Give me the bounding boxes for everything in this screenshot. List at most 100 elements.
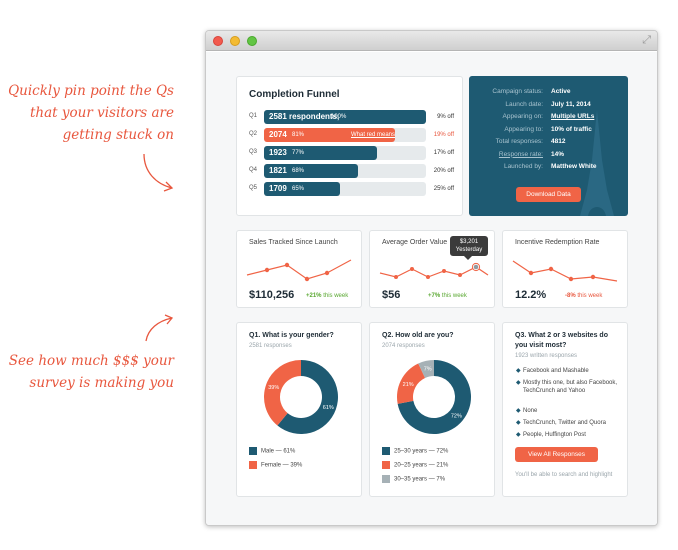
response-count: 2581 responses xyxy=(249,343,292,349)
question-label: Q4 xyxy=(249,167,258,173)
campaign-value: Matthew White xyxy=(551,163,597,170)
annotation-funnel: Quickly pin point the Qs that your visit… xyxy=(8,83,174,143)
metric-value: $110,256 xyxy=(249,289,295,301)
percent-label: 77% xyxy=(292,150,305,156)
respondent-count: 1709 xyxy=(269,184,287,193)
q1-gender-card: Q1. What is your gender? 2581 responses … xyxy=(236,322,362,497)
funnel-row[interactable]: Q3 1923 77% 17% off xyxy=(249,146,454,160)
age-donut-chart: 72% 21% 7% xyxy=(397,360,471,434)
respondent-count: 2074 xyxy=(269,130,287,139)
campaign-label: Campaign status: xyxy=(492,88,543,95)
funnel-row[interactable]: Q2 2074 81% What red means 19% off xyxy=(249,128,454,142)
annotation-revenue: See how much $$$ your survey is making y… xyxy=(8,353,174,391)
funnel-track: 1923 77% xyxy=(264,146,426,160)
campaign-label: Launch date: xyxy=(505,100,543,108)
dropoff-label: 25% off xyxy=(433,186,454,192)
question-label: Q5 xyxy=(249,185,258,191)
legend-swatch xyxy=(382,475,390,483)
campaign-label: Appearing on: xyxy=(502,113,543,120)
gender-donut-chart: 61% 39% xyxy=(264,360,338,434)
metric-redemption-card: Incentive Redemption Rate 12.2% -8% this… xyxy=(502,230,628,308)
question-label: Q2 xyxy=(249,131,258,137)
question-label: Q1 xyxy=(249,113,258,119)
donut-slice xyxy=(264,360,301,426)
question-label: Q3 xyxy=(249,149,258,155)
bullet-icon: ◆ xyxy=(516,432,521,438)
legend-item: 25–30 years — 72% xyxy=(382,447,448,455)
answer-item: ◆ TechCrunch, Twitter and Quora xyxy=(516,420,606,426)
funnel-row[interactable]: Q5 1709 65% 25% off xyxy=(249,182,454,196)
funnel-row[interactable]: Q4 1821 68% 20% off xyxy=(249,164,454,178)
slice-label: 7% xyxy=(424,367,432,373)
metric-value: 12.2% xyxy=(515,289,547,301)
sales-sparkline xyxy=(246,259,352,282)
response-count: 1923 written responses xyxy=(515,353,578,359)
percent-label: 100% xyxy=(331,114,347,120)
order-value-sparkline xyxy=(379,262,489,279)
metric-title: Sales Tracked Since Launch xyxy=(249,239,338,246)
data-point-tooltip: $3,201 Yesterday xyxy=(450,236,488,260)
close-window-button[interactable] xyxy=(213,36,223,46)
window-titlebar: ⤢ xyxy=(206,31,657,51)
campaign-value: July 11, 2014 xyxy=(551,100,591,108)
dropoff-label: 20% off xyxy=(433,168,454,174)
answer-item: ◆ Mostly this one, but also Facebook, Tec… xyxy=(516,380,618,394)
answer-item: ◆ None xyxy=(516,408,538,414)
campaign-label: Total responses: xyxy=(495,138,543,145)
campaign-label: Appearing to: xyxy=(504,125,543,133)
campaign-value: 4812 xyxy=(551,138,566,145)
legend-swatch xyxy=(249,461,257,469)
redemption-sparkline xyxy=(512,260,618,282)
funnel-track: 1821 68% xyxy=(264,164,426,178)
dropoff-label: 19% off xyxy=(433,132,454,138)
browser-window: ⤢ Completion Funnel Q1 2581 respondents, 1… xyxy=(205,30,658,526)
legend-item: Female — 39% xyxy=(249,461,302,469)
metric-change: +7% this week xyxy=(428,293,467,299)
campaign-value: 10% of traffic xyxy=(551,125,592,133)
metric-title: Incentive Redemption Rate xyxy=(515,239,600,246)
legend-swatch xyxy=(382,461,390,469)
bullet-icon: ◆ xyxy=(516,368,521,374)
respondent-count: 1923 xyxy=(269,148,287,157)
funnel-row[interactable]: Q1 2581 respondents, 100% 9% off xyxy=(249,110,454,124)
funnel-bar: 1821 xyxy=(264,164,358,178)
dropoff-label: 17% off xyxy=(433,150,454,156)
campaign-row: Response rate: 14% xyxy=(469,151,628,162)
slice-label: 21% xyxy=(403,382,414,388)
search-note: You'll be able to search and highlight xyxy=(515,472,613,478)
legend-swatch xyxy=(249,447,257,455)
metric-value: $56 xyxy=(382,289,401,301)
zoom-window-button[interactable] xyxy=(247,36,257,46)
campaign-value: Active xyxy=(551,88,571,95)
metric-order-value-card: Average Order Value $3,201 Yesterday $56 … xyxy=(369,230,495,308)
campaign-value: 14% xyxy=(551,150,565,158)
funnel-bar: 1923 xyxy=(264,146,377,160)
campaign-row: Launched by: Matthew White xyxy=(469,163,628,174)
what-red-means-link[interactable]: What red means xyxy=(351,132,395,138)
q2-age-card: Q2. How old are you? 2074 responses 72% 2… xyxy=(369,322,495,497)
percent-label: 68% xyxy=(292,168,305,174)
minimize-window-button[interactable] xyxy=(230,36,240,46)
campaign-label[interactable]: Response rate: xyxy=(499,151,543,158)
slice-label: 61% xyxy=(323,405,334,411)
arrow-icon xyxy=(145,314,174,342)
bullet-icon: ◆ xyxy=(516,408,521,414)
download-data-button[interactable]: Download Data xyxy=(516,187,581,202)
slice-label: 39% xyxy=(268,385,279,391)
campaign-row: Total responses: 4812 xyxy=(469,138,628,149)
fullscreen-icon[interactable]: ⤢ xyxy=(642,34,651,47)
completion-funnel-card: Completion Funnel Q1 2581 respondents, 100… xyxy=(236,76,463,216)
campaign-value[interactable]: Multiple URLs xyxy=(551,113,594,120)
question-title: Q3. What 2 or 3 websites do you visit mo… xyxy=(515,332,608,349)
percent-label: 81% xyxy=(292,132,305,138)
view-all-responses-button[interactable]: View All Responses xyxy=(515,447,598,462)
metric-change: -8% this week xyxy=(565,293,603,299)
percent-label: 65% xyxy=(292,186,305,192)
campaign-row: Launch date: July 11, 2014 xyxy=(469,101,628,112)
metric-title: Average Order Value xyxy=(382,239,448,246)
answer-item: ◆ Facebook and Mashable xyxy=(516,368,589,374)
legend-swatch xyxy=(382,447,390,455)
metric-sales-card: Sales Tracked Since Launch $110,256 +21%… xyxy=(236,230,362,308)
arrow-icon xyxy=(143,153,174,192)
legend-item: 30–35 years — 7% xyxy=(382,475,445,483)
